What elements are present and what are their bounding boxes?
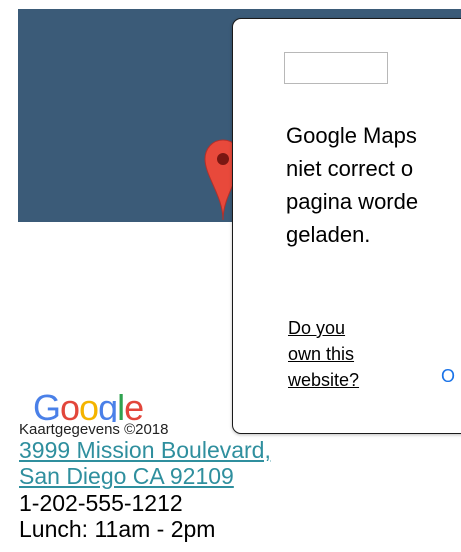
own-website-link-line[interactable]: Do you	[288, 318, 345, 338]
own-website-link-line[interactable]: website?	[288, 370, 359, 390]
own-website-link[interactable]: Do you own this website?	[288, 315, 398, 393]
google-logo-letter: e	[124, 388, 143, 422]
google-logo-letter: l	[117, 388, 124, 422]
error-message: Google Maps niet correct o pagina worde …	[286, 119, 461, 251]
svg-text:Google: Google	[33, 388, 143, 422]
own-website-link-line[interactable]: own this	[288, 344, 354, 364]
address-line-1[interactable]: 3999 Mission Boulevard,	[19, 437, 271, 463]
error-message-line: niet correct o	[286, 156, 414, 181]
map-error-dialog: Google Maps niet correct o pagina worde …	[232, 18, 461, 434]
address-line-2[interactable]: San Diego CA 92109	[19, 463, 271, 489]
broken-image-placeholder	[284, 52, 388, 84]
page: Google Kaartgegevens ©2018 Google Maps n…	[0, 0, 461, 552]
ok-button[interactable]: O	[441, 365, 455, 387]
phone-number: 1-202-555-1212	[19, 490, 183, 516]
address-link[interactable]: 3999 Mission Boulevard, San Diego CA 921…	[19, 437, 271, 489]
error-message-line: geladen.	[286, 222, 371, 247]
error-message-line: pagina worde	[286, 189, 419, 214]
google-logo-letter: G	[33, 388, 60, 422]
google-logo: Google	[33, 388, 144, 422]
google-logo-letter: o	[79, 388, 98, 422]
google-logo-letter: g	[98, 388, 117, 422]
google-logo-letter: o	[60, 388, 79, 422]
error-message-line: Google Maps	[286, 123, 417, 148]
opening-hours: Lunch: 11am - 2pm	[19, 516, 216, 542]
